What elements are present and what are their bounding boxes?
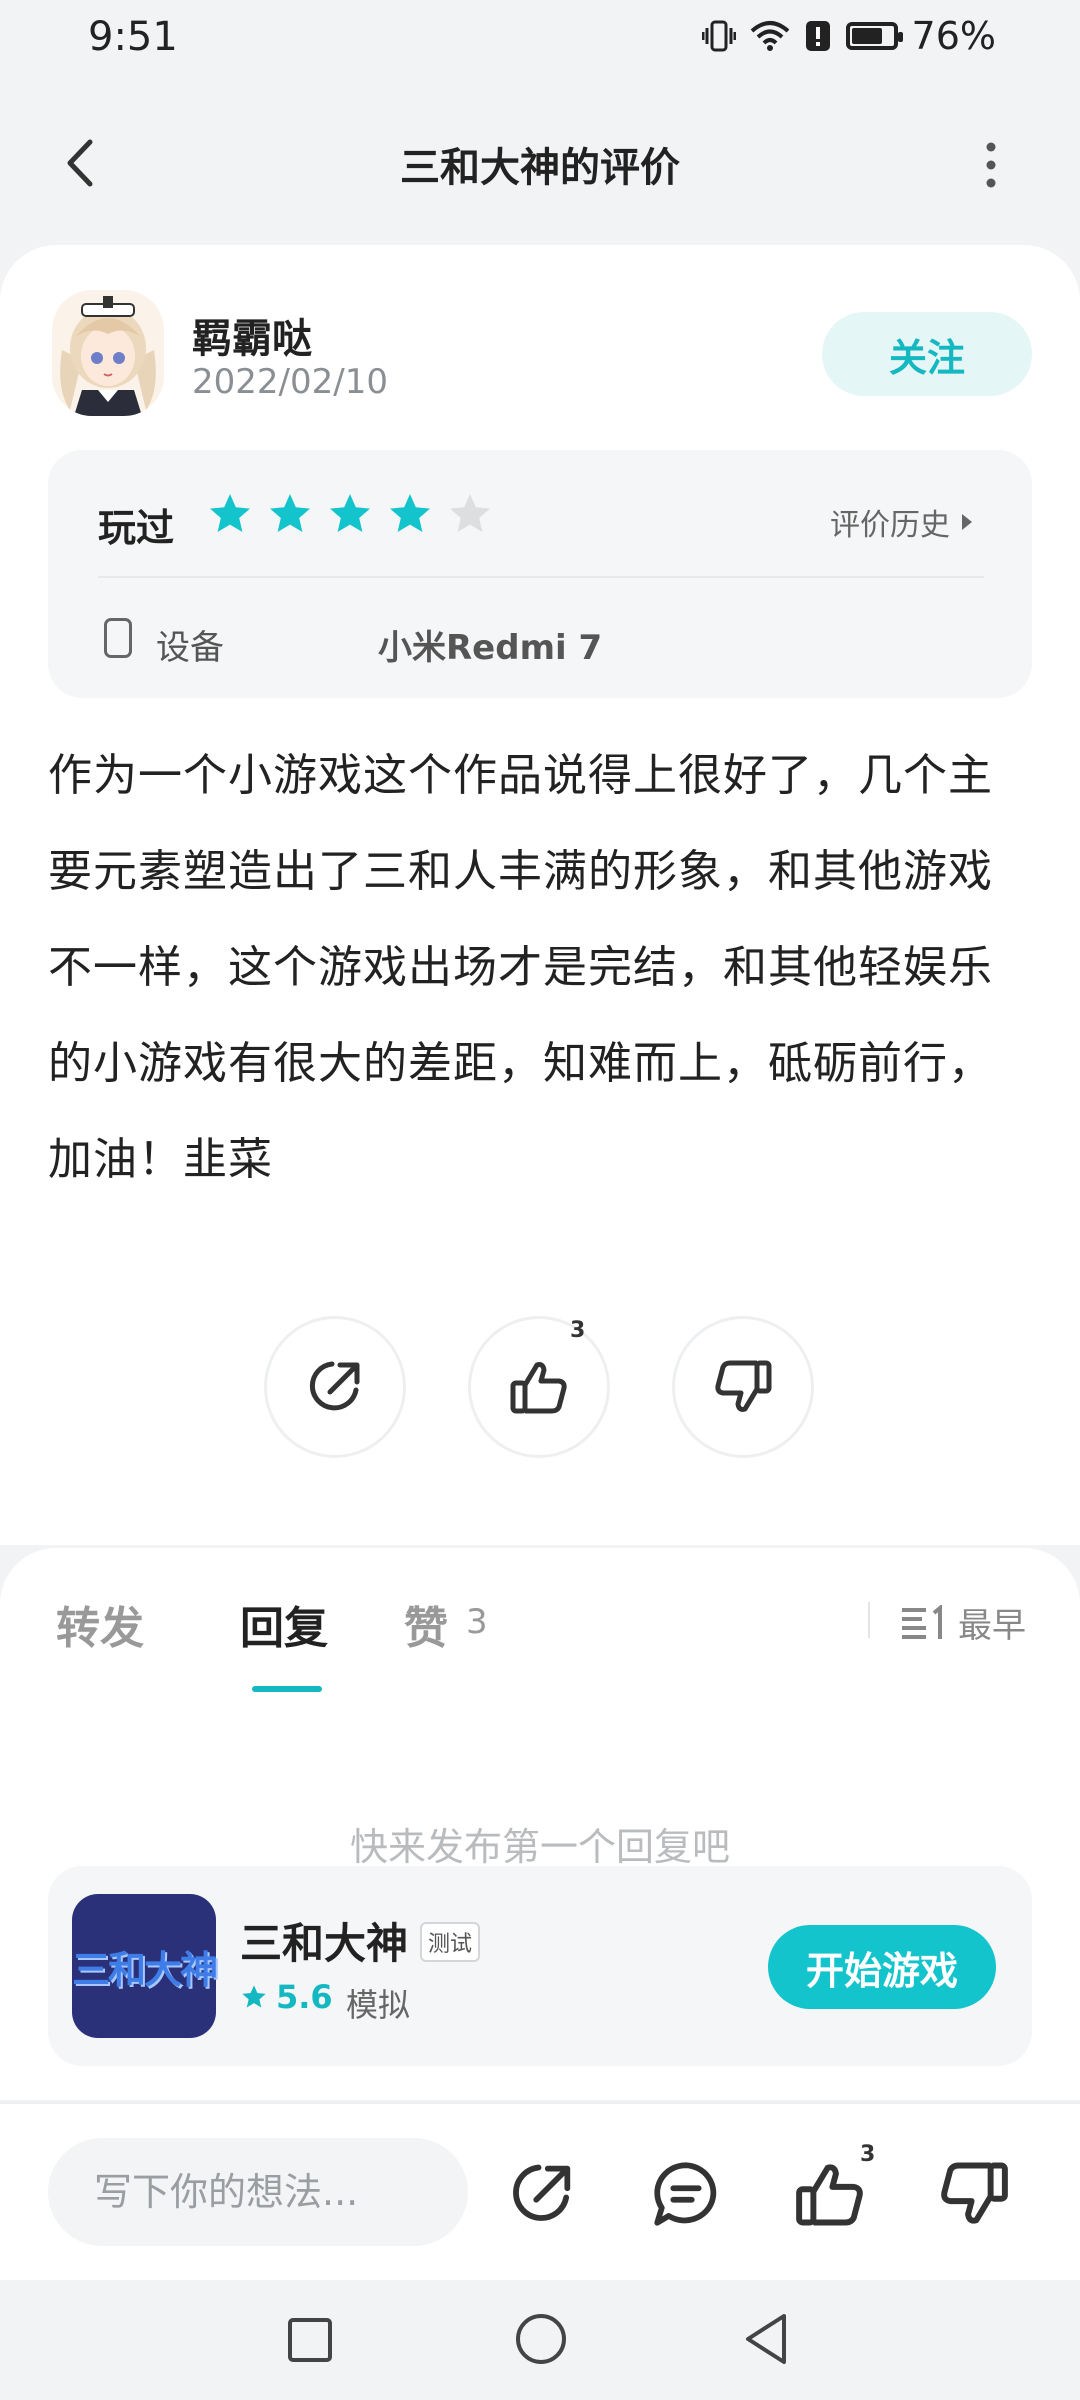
star-filled-icon	[390, 494, 430, 532]
user-name[interactable]: 羁霸哒	[192, 306, 312, 364]
bottom-like-count: 3	[860, 2142, 876, 2167]
dislike-button[interactable]	[672, 1316, 814, 1458]
device-value: 小米Redmi 7	[378, 628, 603, 668]
alert-icon	[805, 21, 830, 51]
sort-button[interactable]: 最早	[900, 1598, 1026, 1647]
game-icon[interactable]: 三和大神	[72, 1894, 218, 2038]
game-score: 5.6	[276, 1978, 333, 2016]
comment-icon[interactable]	[648, 2156, 724, 2232]
battery-percent: 76%	[911, 14, 996, 58]
star-icon	[242, 1985, 266, 2008]
status-time: 9:51	[88, 14, 178, 60]
review-text: 作为一个小游戏这个作品说得上很好了，几个主要元素塑造出了三和人丰满的形象，和其他…	[48, 750, 993, 1185]
tab-reply[interactable]: 回复	[240, 1592, 328, 1656]
review-history-link[interactable]: 评价历史	[830, 500, 974, 544]
vibrate-icon	[701, 20, 736, 52]
home-icon[interactable]	[514, 2312, 568, 2366]
avatar[interactable]	[52, 290, 164, 416]
sort-label: 最早	[958, 1606, 1026, 1646]
review-date: 2022/02/10	[192, 362, 388, 402]
battery-icon	[845, 22, 903, 50]
status-icons: 76%	[701, 14, 996, 58]
nav-back-icon[interactable]	[742, 2312, 792, 2366]
active-tab-indicator	[252, 1686, 322, 1692]
tab-likes[interactable]: 赞	[404, 1592, 448, 1656]
star-empty-icon	[450, 494, 490, 532]
game-rating: 5.6	[240, 1978, 333, 2016]
sort-divider	[868, 1602, 870, 1638]
thumbs-down-icon	[715, 1360, 772, 1412]
more-icon[interactable]	[966, 135, 1016, 195]
star-filled-icon	[270, 494, 310, 532]
game-name[interactable]: 三和大神	[240, 1910, 408, 1971]
review-history-label: 评价历史	[830, 508, 950, 543]
thumbs-up-icon	[510, 1362, 567, 1414]
info-divider	[98, 576, 984, 578]
share-icon	[309, 1361, 360, 1411]
star-filled-icon	[210, 494, 250, 532]
recent-apps-icon[interactable]	[286, 2316, 334, 2364]
thumbs-down-icon[interactable]	[936, 2156, 1012, 2232]
game-icon-text: 三和大神	[72, 1947, 218, 1992]
played-label: 玩过	[98, 506, 175, 550]
tab-likes-count[interactable]: 3	[466, 1602, 488, 1642]
game-genre: 模拟	[346, 1986, 411, 2024]
thumbs-up-icon[interactable]	[792, 2156, 868, 2232]
share-button[interactable]	[264, 1316, 406, 1458]
comment-input[interactable]	[48, 2138, 468, 2246]
triangle-right-icon	[962, 514, 972, 530]
wifi-icon	[750, 21, 789, 51]
like-button[interactable]	[468, 1316, 610, 1458]
follow-button[interactable]: 关注	[822, 312, 1032, 396]
sort-icon	[902, 1604, 942, 1639]
tab-forward[interactable]: 转发	[56, 1592, 144, 1656]
like-count: 3	[570, 1318, 586, 1343]
device-icon	[104, 618, 132, 658]
share-icon[interactable]	[504, 2156, 580, 2232]
star-filled-icon	[330, 494, 370, 532]
game-badge: 测试	[420, 1922, 481, 1962]
page-title: 三和大神的评价	[400, 145, 680, 191]
device-label: 设备	[156, 628, 224, 668]
empty-replies-text: 快来发布第一个回复吧	[349, 1825, 730, 1869]
start-game-button[interactable]: 开始游戏	[768, 1925, 996, 2009]
rating-stars	[206, 490, 494, 538]
